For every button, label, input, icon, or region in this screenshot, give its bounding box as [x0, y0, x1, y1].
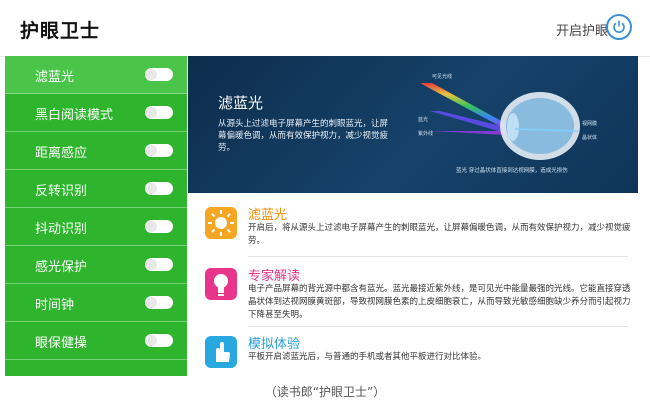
sidebar-item-label: 抖动识别: [35, 222, 88, 237]
feature-description: 电子产品屏幕的背光源中都含有蓝光。蓝光最接近紫外线，是可见光中能量最强的光线。它…: [248, 284, 631, 320]
diagram-label: 蓝光: [418, 116, 428, 123]
toggle-switch[interactable]: [145, 258, 173, 271]
toggle-switch[interactable]: [145, 296, 173, 309]
feature-simulation: 模拟体验 平板开启滤蓝光后，与普通的手机或者其他平板进行对比体验。: [188, 333, 638, 373]
power-button[interactable]: [606, 14, 632, 40]
sidebar-item-clock[interactable]: 时间钟: [5, 284, 187, 322]
sidebar-item-label: 距离感应: [35, 146, 88, 161]
feature-banner: 滤蓝光 从源头上过滤电子屏幕产生的刺眼蓝光，让屏幕偏暖色调，从而有效保护视力，减…: [188, 56, 638, 193]
sidebar-item-label: 滤蓝光: [35, 70, 75, 85]
sidebar-item-label: 感光保护: [35, 260, 88, 275]
banner-description: 从源头上过滤电子屏幕产生的刺眼蓝光，让屏幕偏暖色调，从而有效保护视力，减少视觉疲…: [218, 119, 389, 153]
sidebar-item-distance-sensing[interactable]: 距离感应: [5, 132, 187, 170]
banner-caption: 蓝光 穿过晶状体直接到达视网膜，造成光损伤: [456, 168, 568, 174]
sidebar-item-label: 眼保健操: [35, 336, 88, 351]
toggle-switch[interactable]: [145, 220, 173, 233]
power-icon: [613, 20, 625, 33]
feature-title: 滤蓝光: [248, 208, 288, 223]
diagram-label: 视网膜: [582, 120, 597, 127]
toggle-switch[interactable]: [145, 182, 173, 195]
feature-title: 模拟体验: [248, 337, 301, 352]
sidebar-item-label: 时间钟: [35, 298, 75, 313]
sidebar-item-label: 反转识别: [35, 184, 88, 199]
diagram-label: 晶状体: [582, 134, 597, 141]
toggle-switch[interactable]: [145, 144, 173, 157]
feature-description: 开启后，将从源头上过滤电子屏幕产生的刺眼蓝光，让屏幕偏暖色调，从而有效保护视力，…: [248, 223, 631, 246]
diagram-label: 可见光线: [432, 73, 452, 80]
banner-title: 滤蓝光: [218, 94, 264, 112]
divider: [248, 256, 628, 257]
feature-blue-light: 滤蓝光 开启后，将从源头上过滤电子屏幕产生的刺眼蓝光，让屏幕偏暖色调，从而有效保…: [188, 204, 638, 254]
top-bar: 护眼卫士 开启护眼: [0, 0, 650, 57]
sun-icon: [205, 207, 237, 239]
feature-title: 专家解读: [248, 269, 301, 284]
toggle-switch[interactable]: [145, 68, 173, 81]
sidebar-item-eye-exercise[interactable]: 眼保健操: [5, 322, 187, 360]
divider: [248, 326, 628, 327]
toggle-switch[interactable]: [145, 334, 173, 347]
sidebar-item-shake-detection[interactable]: 抖动识别: [5, 208, 187, 246]
sidebar-item-flip-detection[interactable]: 反转识别: [5, 170, 187, 208]
diagram-label: 紫外线: [418, 130, 433, 137]
feature-expert: 专家解读 电子产品屏幕的背光源中都含有蓝光。蓝光最接近紫外线，是可见光中能量最强…: [188, 265, 638, 325]
feature-description: 平板开启滤蓝光后，与普通的手机或者其他平板进行对比体验。: [248, 352, 487, 362]
lightbulb-icon: [205, 268, 237, 300]
sidebar-item-label: 黑白阅读模式: [35, 108, 114, 123]
sidebar-item-blue-light-filter[interactable]: 滤蓝光: [5, 56, 187, 94]
power-label: 开启护眼: [556, 24, 609, 39]
toggle-switch[interactable]: [145, 106, 173, 119]
app-title: 护眼卫士: [20, 20, 101, 42]
sidebar-item-light-protection[interactable]: 感光保护: [5, 246, 187, 284]
eye-diagram: 可见光线 蓝光 紫外线 视网膜 晶状体: [418, 73, 597, 160]
hand-touch-icon: [205, 336, 237, 368]
image-caption: （读书郎“护眼卫士”）: [264, 385, 386, 399]
sidebar: 滤蓝光 黑白阅读模式 距离感应 反转识别 抖动识别 感光保护 时间钟 眼保健操: [5, 56, 187, 376]
sidebar-item-bw-reading[interactable]: 黑白阅读模式: [5, 94, 187, 132]
